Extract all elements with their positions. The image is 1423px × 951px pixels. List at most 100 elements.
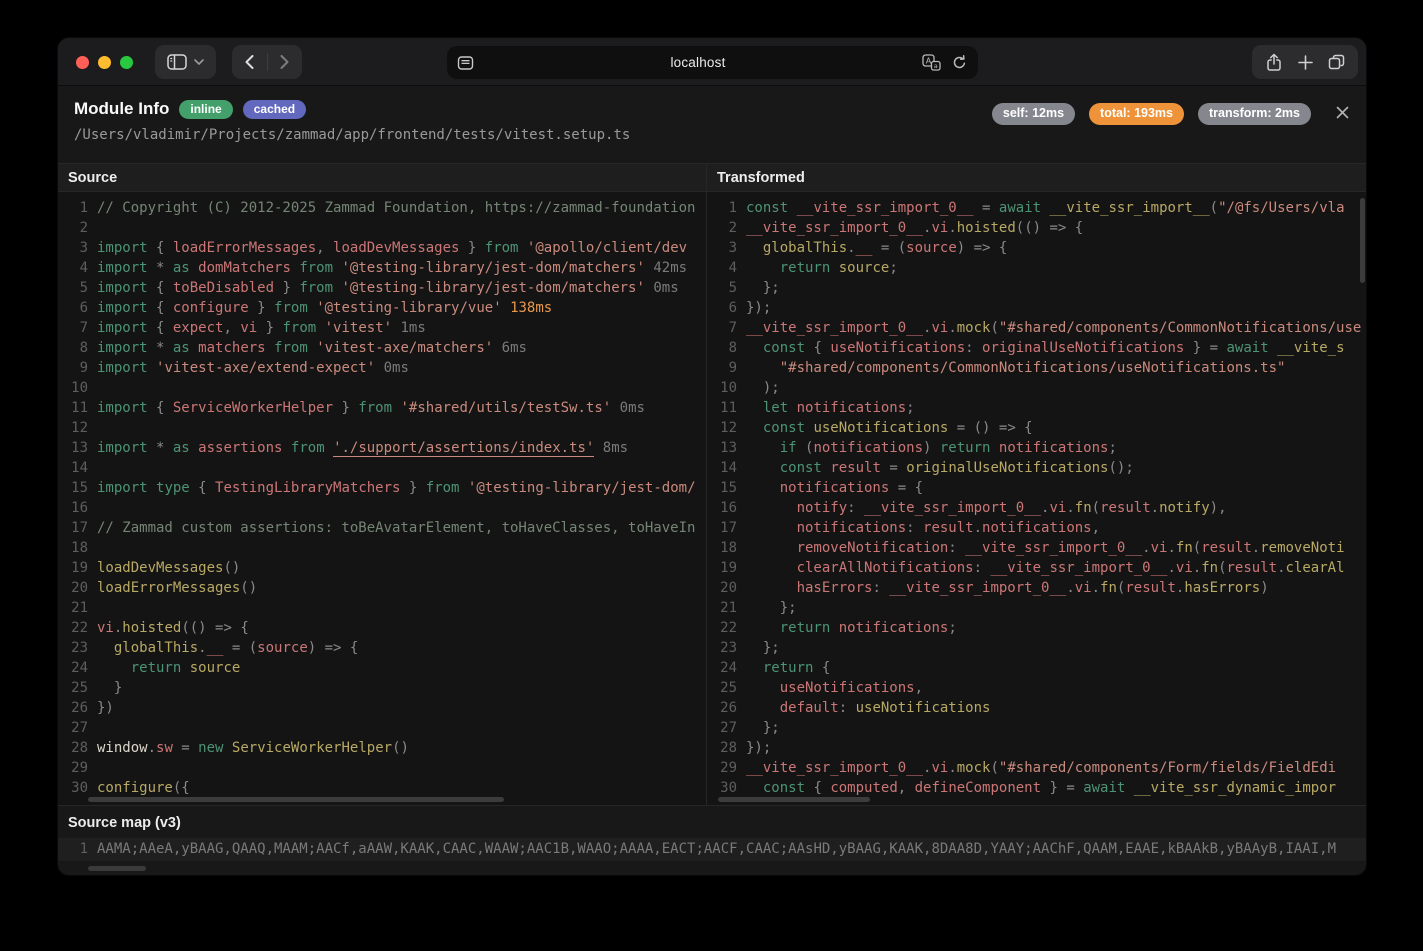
line-number: 8: [62, 338, 88, 358]
code-line: 20 hasErrors: __vite_ssr_import_0__.vi.f…: [711, 578, 1366, 598]
translate-icon[interactable]: A a: [922, 54, 941, 71]
line-number: 10: [62, 378, 88, 398]
line-number: 14: [62, 458, 88, 478]
line-number: 25: [711, 678, 737, 698]
cached-badge: cached: [243, 100, 306, 119]
code-line: 1// Copyright (C) 2012-2025 Zammad Found…: [62, 198, 706, 218]
code-line: 12 const useNotifications = () => {: [711, 418, 1366, 438]
source-horizontal-scrollbar[interactable]: [88, 797, 504, 802]
tabs-overview-button[interactable]: [1328, 54, 1345, 70]
line-number: 19: [62, 558, 88, 578]
timing-transform-badge: transform: 2ms: [1198, 103, 1311, 125]
code-line: 15import type { TestingLibraryMatchers }…: [62, 478, 706, 498]
code-line: 18: [62, 538, 706, 558]
code-line: 10: [62, 378, 706, 398]
code-line: 14: [62, 458, 706, 478]
line-number: 5: [711, 278, 737, 298]
address-bar[interactable]: localhost A a: [447, 46, 978, 79]
code-line: 16 notify: __vite_ssr_import_0__.vi.fn(r…: [711, 498, 1366, 518]
code-line: 21 };: [711, 598, 1366, 618]
code-line: 23 };: [711, 638, 1366, 658]
line-number: 17: [62, 518, 88, 538]
line-number: 22: [711, 618, 737, 638]
code-line: 12: [62, 418, 706, 438]
line-number: 25: [62, 678, 88, 698]
sourcemap-title: Source map (v3): [58, 806, 1366, 838]
code-line: 25 }: [62, 678, 706, 698]
code-line: 27: [62, 718, 706, 738]
code-line: 7import { expect, vi } from 'vitest' 1ms: [62, 318, 706, 338]
window-minimize-button[interactable]: [98, 56, 111, 69]
line-number: 29: [62, 758, 88, 778]
code-line: 17 notifications: result.notifications,: [711, 518, 1366, 538]
back-button[interactable]: [233, 45, 267, 79]
line-number: 9: [62, 358, 88, 378]
code-line: 24 return source: [62, 658, 706, 678]
line-number: 24: [62, 658, 88, 678]
line-number: 17: [711, 518, 737, 538]
sidebar-toggle-button[interactable]: [155, 45, 216, 79]
source-code: 1// Copyright (C) 2012-2025 Zammad Found…: [58, 192, 706, 805]
line-number: 27: [711, 718, 737, 738]
line-number: 30: [711, 778, 737, 798]
line-number: 13: [711, 438, 737, 458]
module-link[interactable]: './support/assertions/index.ts': [333, 440, 594, 457]
line-number: 4: [711, 258, 737, 278]
line-number: 6: [62, 298, 88, 318]
transformed-panel-title: Transformed: [707, 164, 1366, 192]
code-line: 29: [62, 758, 706, 778]
code-line: 26}): [62, 698, 706, 718]
line-number: 11: [711, 398, 737, 418]
inline-badge: inline: [179, 100, 232, 119]
code-line: 15 notifications = {: [711, 478, 1366, 498]
line-number: 3: [711, 238, 737, 258]
line-number: 1: [62, 198, 88, 218]
sourcemap-horizontal-scrollbar[interactable]: [88, 866, 146, 871]
toolbar-right-buttons: [1252, 45, 1358, 79]
line-number: 24: [711, 658, 737, 678]
line-number: 3: [62, 238, 88, 258]
page-format-icon[interactable]: [457, 55, 474, 71]
window-zoom-button[interactable]: [120, 56, 133, 69]
line-number: 20: [62, 578, 88, 598]
code-line: 13 if (notifications) return notificatio…: [711, 438, 1366, 458]
code-line: 13import * as assertions from './support…: [62, 438, 706, 458]
transformed-horizontal-scrollbar[interactable]: [718, 797, 870, 802]
line-number: 27: [62, 718, 88, 738]
code-line: 22 return notifications;: [711, 618, 1366, 638]
transformed-vertical-scrollbar[interactable]: [1360, 198, 1365, 283]
line-number: 18: [62, 538, 88, 558]
line-number: 14: [711, 458, 737, 478]
code-line: 3 globalThis.__ = (source) => {: [711, 238, 1366, 258]
code-line: 14 const result = originalUseNotificatio…: [711, 458, 1366, 478]
forward-button[interactable]: [268, 45, 302, 79]
line-number: 6: [711, 298, 737, 318]
line-number: 15: [62, 478, 88, 498]
line-number: 21: [711, 598, 737, 618]
chevron-down-icon: [194, 59, 204, 65]
new-tab-button[interactable]: [1298, 55, 1313, 70]
line-number: 13: [62, 438, 88, 458]
line-number: 29: [711, 758, 737, 778]
code-line: 17// Zammad custom assertions: toBeAvata…: [62, 518, 706, 538]
line-number: 1: [62, 838, 88, 861]
code-line: 26 default: useNotifications: [711, 698, 1366, 718]
code-line: 20loadErrorMessages(): [62, 578, 706, 598]
nav-buttons: [232, 45, 302, 79]
reload-button[interactable]: [951, 54, 968, 71]
line-number: 2: [62, 218, 88, 238]
window-close-button[interactable]: [76, 56, 89, 69]
code-line: 9import 'vitest-axe/extend-expect' 0ms: [62, 358, 706, 378]
share-button[interactable]: [1265, 53, 1283, 72]
code-line: 25 useNotifications,: [711, 678, 1366, 698]
code-line: 6import { configure } from '@testing-lib…: [62, 298, 706, 318]
line-number: 22: [62, 618, 88, 638]
code-line: 5 };: [711, 278, 1366, 298]
code-line: 28window.sw = new ServiceWorkerHelper(): [62, 738, 706, 758]
close-button[interactable]: [1335, 103, 1350, 120]
line-number: 20: [711, 578, 737, 598]
line-number: 26: [711, 698, 737, 718]
source-panel-title: Source: [58, 164, 706, 192]
timing-self-badge: self: 12ms: [992, 103, 1075, 125]
line-number: 28: [711, 738, 737, 758]
